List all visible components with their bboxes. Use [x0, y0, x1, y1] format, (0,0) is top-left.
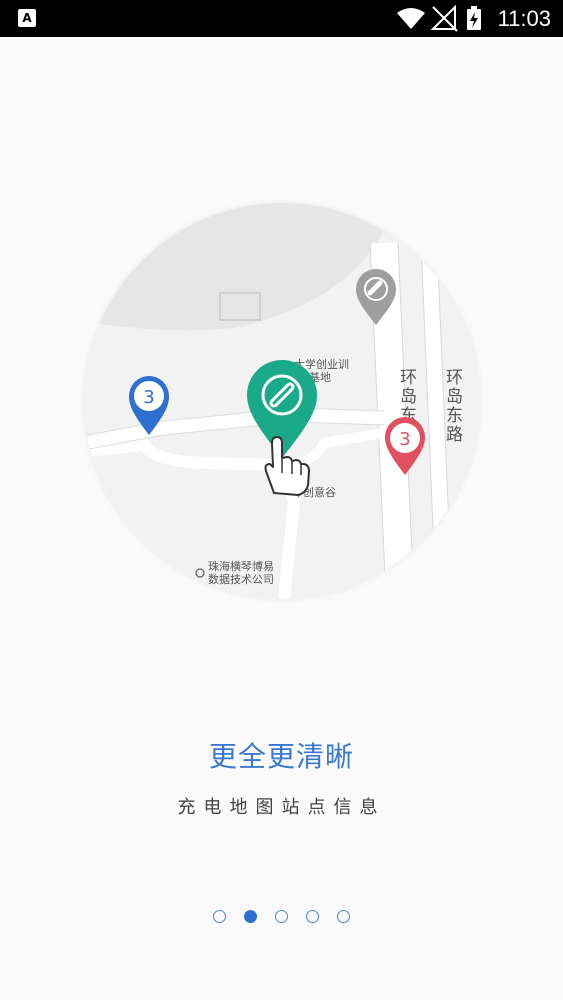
map-poi-icon — [195, 568, 205, 578]
page-dot-1[interactable] — [213, 910, 226, 923]
onboarding-title: 更全更清晰 — [208, 740, 354, 773]
map-label-road-east-2: 环岛东路 — [442, 368, 463, 444]
onboarding-subtitle: 充电地图站点信息 — [177, 797, 386, 818]
blue-cluster-count: 3 — [143, 387, 154, 408]
app-notification-icon: A — [18, 9, 36, 27]
page-dot-2[interactable] — [244, 910, 257, 923]
no-signal-icon — [430, 5, 458, 32]
red-cluster-count: 3 — [399, 429, 410, 450]
status-icons — [397, 5, 481, 32]
status-bar: A 11:03 — [0, 0, 563, 37]
page-indicator — [0, 910, 563, 926]
map-svg: 大学创业训 琴基地 琴创意谷 珠海横琴博易 数据技术公司 环岛东路 环岛东路 3… — [84, 203, 463, 599]
page-dot-3[interactable] — [275, 910, 288, 923]
map-label-company-1: 珠海横琴博易 — [208, 559, 274, 573]
map-label-company-2: 数据技术公司 — [208, 572, 274, 586]
battery-charging-icon — [467, 6, 481, 30]
status-time: 11:03 — [497, 6, 551, 31]
wifi-icon — [397, 8, 425, 29]
page-dot-5[interactable] — [337, 910, 350, 923]
page-dot-4[interactable] — [306, 910, 319, 923]
map-illustration: 大学创业训 琴基地 琴创意谷 珠海横琴博易 数据技术公司 环岛东路 环岛东路 3… — [84, 203, 480, 599]
